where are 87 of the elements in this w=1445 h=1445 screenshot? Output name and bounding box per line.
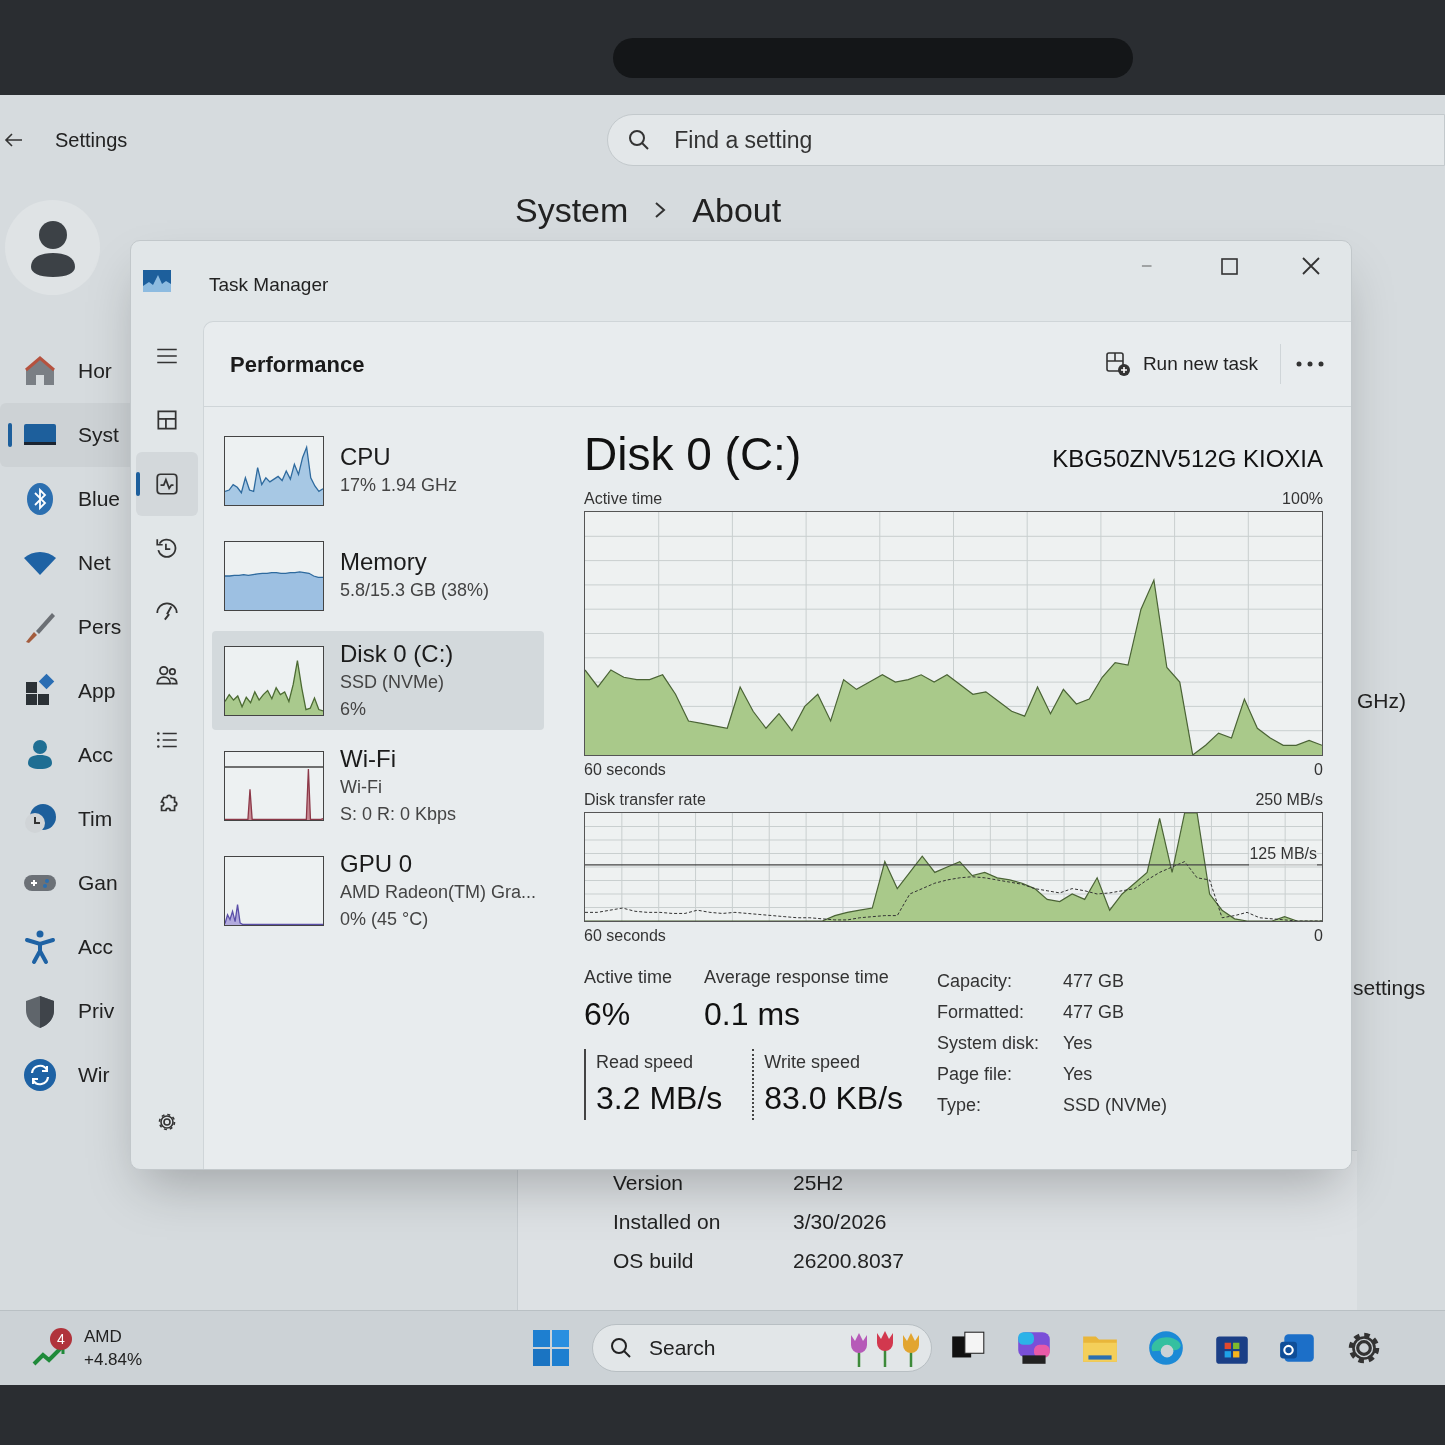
axis-label: 125 MB/s [1249, 842, 1317, 866]
window-title: Task Manager [209, 272, 329, 297]
stat-value: 3.2 MB/s [596, 1079, 723, 1118]
info-value: 3/30/2026 [793, 1208, 887, 1235]
accessibility-icon [22, 929, 58, 965]
search-field[interactable]: Find a setting [607, 114, 1445, 166]
info-label: Version [613, 1169, 685, 1196]
stat-value: 0.1 ms [704, 995, 802, 1034]
device-list-item[interactable]: Disk 0 (C:) SSD (NVMe) 6% [212, 631, 544, 730]
breadcrumb-item[interactable]: System [515, 193, 629, 227]
nav-item[interactable]: Priv [0, 979, 130, 1043]
axis-label: 250 MB/s [1255, 790, 1323, 810]
grid-icon [154, 407, 180, 433]
device-list-item[interactable]: CPU 17% 1.94 GHz [212, 421, 544, 520]
section-title: Performance [230, 350, 365, 379]
device-name: Wi-Fi [340, 743, 397, 774]
nav-item[interactable]: Acc [0, 915, 130, 979]
device-detail: S: 0 R: 0 Kbps [340, 802, 457, 826]
device-list-item[interactable]: GPU 0 AMD Radeon(TM) Gra... 0% (45 °C) [212, 841, 544, 940]
nav-item[interactable]: Pers [0, 595, 130, 659]
nav-item[interactable]: Syst [0, 403, 130, 467]
device-detail: SSD (NVMe) [340, 670, 445, 694]
partial-text: settings [1353, 974, 1427, 1001]
device-name: Memory [340, 547, 428, 577]
nav-item[interactable]: Blue [0, 467, 130, 531]
device-detail: AMD Radeon(TM) Gra... [340, 880, 537, 904]
device-name: GPU 0 [340, 848, 414, 879]
nav-item[interactable]: Net [0, 531, 130, 595]
widget-title: AMD [84, 1326, 123, 1348]
detail-title: Disk 0 (C:) [584, 427, 802, 481]
search-icon [609, 1336, 633, 1360]
property-label: Page file: [937, 1063, 1014, 1086]
sync-icon [22, 1057, 58, 1093]
axis-label: 0 [1314, 760, 1323, 780]
run-new-task-button[interactable]: Run new task [1094, 342, 1268, 386]
property-value: Yes [1063, 1032, 1093, 1055]
app-title: Settings [55, 128, 128, 153]
nav-item[interactable]: App [0, 659, 130, 723]
axis-label: 0 [1314, 926, 1323, 946]
stat-value: 83.0 KB/s [764, 1079, 903, 1118]
device-detail: 5.8/15.3 GB (38%) [340, 579, 490, 602]
stat-label: Active time [584, 966, 673, 989]
info-label: OS build [613, 1247, 695, 1274]
property-value: SSD (NVMe) [1063, 1094, 1167, 1117]
nav-item[interactable]: Hor [0, 339, 130, 403]
device-list-item[interactable]: Memory 5.8/15.3 GB (38%) [212, 526, 544, 625]
nav-item[interactable]: Acc [0, 723, 130, 787]
nav-item[interactable]: Wir [0, 1043, 130, 1107]
device-list-item[interactable]: Wi-Fi Wi-Fi S: 0 R: 0 Kbps [212, 736, 544, 835]
property-label: Capacity: [937, 970, 1014, 993]
chart-label: 60 seconds [584, 760, 666, 780]
nav-item[interactable]: Gan [0, 851, 130, 915]
info-label: Installed on [613, 1208, 722, 1235]
stat-label: Write speed [764, 1051, 861, 1074]
axis-label: 100% [1282, 489, 1323, 509]
stat-label: Read speed [596, 1051, 695, 1074]
device-name: CPU [340, 442, 392, 472]
page-title: About [692, 193, 782, 227]
model-name: KBG50ZNV512G KIOXIA [1052, 444, 1323, 474]
stock-change: +4.84% [84, 1349, 143, 1371]
chart-label: Disk transfer rate [584, 790, 706, 810]
nav-button[interactable] [136, 452, 198, 516]
nav-item[interactable]: Tim [0, 787, 130, 851]
app-icon [143, 270, 171, 292]
device-name: Disk 0 (C:) [340, 638, 454, 669]
device-detail: 17% 1.94 GHz [340, 474, 458, 497]
partial-text: GHz) [1357, 688, 1407, 714]
property-label: System disk: [937, 1032, 1041, 1055]
device-detail: Wi-Fi [340, 775, 383, 799]
notification-badge: 4 [50, 1328, 72, 1350]
chart-label: Active time [584, 489, 663, 509]
start-button[interactable] [532, 1329, 570, 1367]
property-label: Type: [937, 1094, 983, 1117]
taskbar-search[interactable]: Search [592, 1324, 932, 1372]
property-value: 477 GB [1063, 1001, 1125, 1024]
device-detail: 0% (45 °C) [340, 907, 430, 931]
property-value: 477 GB [1063, 970, 1125, 993]
stat-label: Average response time [704, 966, 889, 989]
chart-label: 60 seconds [584, 926, 666, 946]
info-value: 26200.8037 [793, 1247, 904, 1274]
stat-value: 6% [584, 995, 632, 1034]
property-label: Formatted: [937, 1001, 1026, 1024]
device-detail: 6% [340, 697, 367, 721]
pulse-icon [154, 471, 180, 497]
add-task-icon [1104, 351, 1131, 377]
info-value: 25H2 [793, 1169, 844, 1196]
property-value: Yes [1063, 1063, 1093, 1086]
